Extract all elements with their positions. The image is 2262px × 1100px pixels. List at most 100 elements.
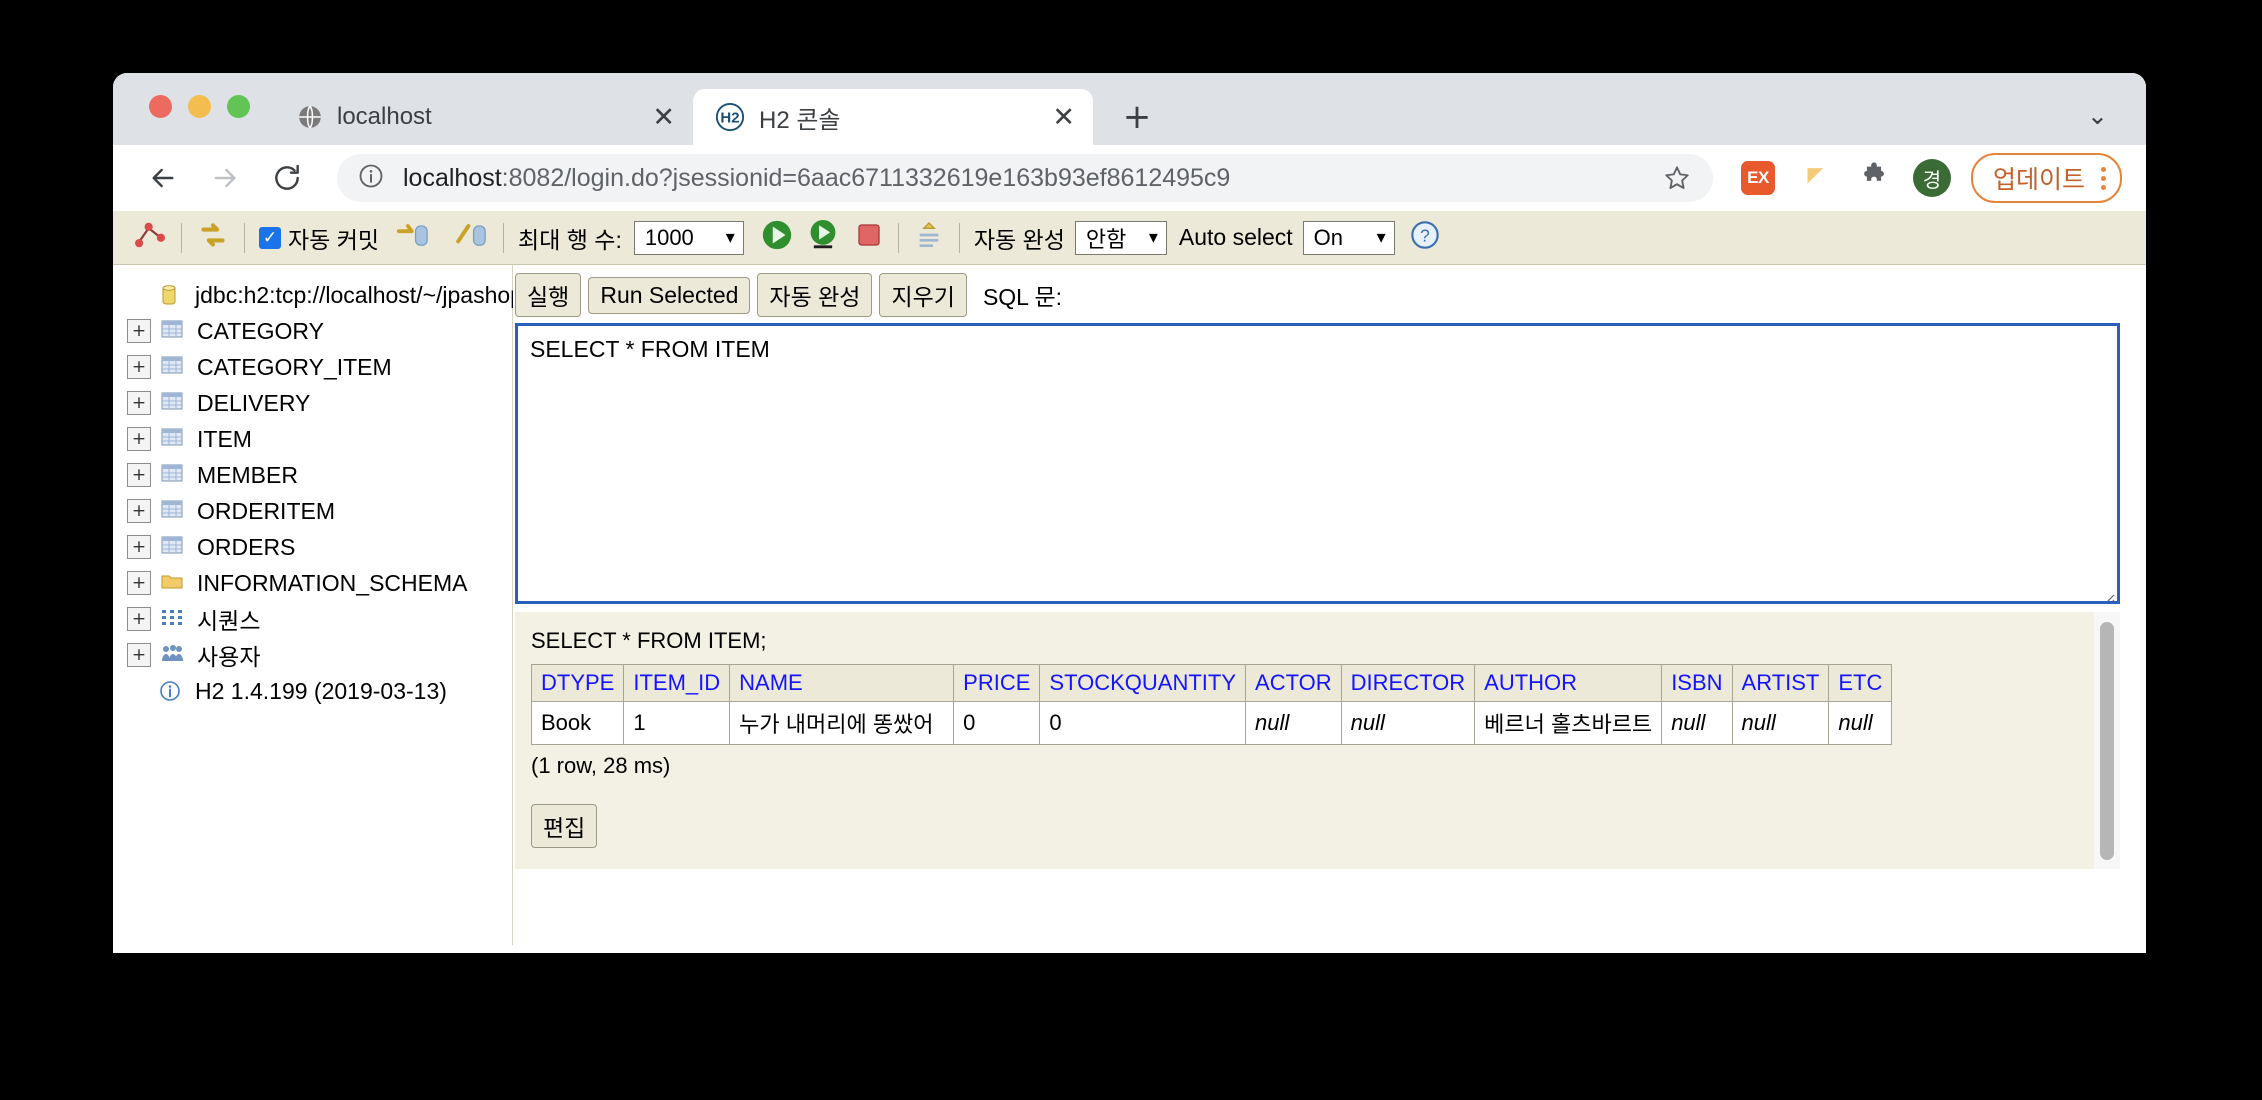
table-icon [161, 500, 187, 522]
max-rows-select[interactable]: 1000 ▾ [633, 220, 744, 255]
disconnect-icon[interactable] [133, 220, 167, 255]
flag-icon[interactable] [1793, 155, 1839, 201]
cell-price: 0 [953, 701, 1041, 745]
browser-window: localhost ✕ H2 H2 콘솔 ✕ + ⌄ localhost:808… [113, 73, 2146, 953]
tree-item-item[interactable]: + ITEM [127, 421, 512, 457]
profile-avatar[interactable]: 경 [1909, 155, 1955, 201]
autocomplete-button[interactable]: 자동 완성 [757, 273, 873, 317]
svg-text:?: ? [1420, 226, 1430, 246]
tree-item-member[interactable]: + MEMBER [127, 457, 512, 493]
expand-icon[interactable]: + [127, 607, 151, 631]
object-tree-sidebar: jdbc:h2:tcp://localhost/~/jpashop + CATE… [113, 265, 523, 953]
tree-item-category[interactable]: + CATEGORY [127, 313, 512, 349]
column-header-director[interactable]: DIRECTOR [1340, 664, 1476, 702]
column-header-dtype[interactable]: DTYPE [530, 664, 625, 702]
expand-icon[interactable]: + [127, 643, 151, 667]
chevron-down-icon: ▾ [1148, 227, 1158, 248]
maximize-window-button[interactable] [227, 95, 250, 118]
url-host: localhost [403, 163, 502, 192]
tree-item-label: DELIVERY [197, 389, 311, 416]
rollback-icon[interactable] [453, 220, 489, 255]
clear-button[interactable]: 지우기 [879, 273, 967, 317]
site-info-icon[interactable] [357, 162, 385, 195]
auto-commit-checkbox[interactable]: ✓ [259, 226, 281, 249]
sql-editor-textarea[interactable]: SELECT * FROM ITEM [515, 323, 2120, 604]
toolbar-separator [897, 222, 899, 253]
column-header-artist[interactable]: ARTIST [1731, 664, 1830, 702]
column-header-etc[interactable]: ETC [1828, 664, 1893, 702]
tree-item-users[interactable]: + 사용자 [127, 637, 512, 673]
cell-etc: null [1828, 701, 1893, 745]
forward-button[interactable] [199, 152, 251, 204]
results-scrollbar-track[interactable] [2094, 612, 2120, 869]
expand-icon[interactable]: + [127, 391, 151, 415]
run-selected-icon[interactable] [806, 218, 840, 257]
kebab-menu-icon[interactable] [2101, 166, 2106, 190]
column-header-item-id[interactable]: ITEM_ID [623, 664, 731, 702]
sequence-icon [161, 608, 187, 630]
table-icon [161, 320, 187, 342]
puzzle-extensions-icon[interactable] [1851, 155, 1897, 201]
star-icon[interactable] [1653, 154, 1701, 202]
column-header-author[interactable]: AUTHOR [1474, 664, 1663, 702]
run-icon[interactable] [760, 218, 794, 257]
executed-sql-text: SELECT * FROM ITEM; [531, 628, 767, 653]
results-scrollbar-thumb[interactable] [2100, 622, 2114, 860]
update-button[interactable]: 업데이트 [1970, 153, 2122, 203]
extension-ex-icon[interactable]: EX [1735, 155, 1781, 201]
sql-statement-label: SQL 문: [982, 284, 1063, 310]
minimize-window-button[interactable] [188, 95, 211, 118]
tab-title: localhost [337, 103, 432, 130]
tree-connection-row[interactable]: jdbc:h2:tcp://localhost/~/jpashop [127, 277, 523, 313]
autocomplete-select[interactable]: 안함 ▾ [1074, 220, 1167, 255]
run-selected-button[interactable]: Run Selected [588, 276, 751, 314]
reload-button[interactable] [261, 152, 313, 204]
column-header-price[interactable]: PRICE [953, 664, 1041, 702]
help-circle-icon[interactable]: ? [1409, 219, 1441, 256]
expand-icon[interactable]: + [127, 499, 151, 523]
browser-tab-h2-console[interactable]: H2 H2 콘솔 ✕ [693, 89, 1093, 145]
connection-url-label: jdbc:h2:tcp://localhost/~/jpashop [195, 281, 523, 308]
expand-icon[interactable]: + [127, 427, 151, 451]
auto-select-select[interactable]: On ▾ [1302, 220, 1395, 255]
stop-icon[interactable] [854, 220, 884, 255]
expand-icon[interactable]: + [127, 535, 151, 559]
column-header-actor[interactable]: ACTOR [1245, 664, 1342, 702]
chevron-down-icon[interactable]: ⌄ [2087, 101, 2108, 130]
column-header-isbn[interactable]: ISBN [1661, 664, 1733, 702]
expand-icon[interactable]: + [127, 571, 151, 595]
refresh-icon[interactable] [196, 220, 230, 255]
new-tab-button[interactable]: + [1109, 89, 1165, 145]
tree-item-orders[interactable]: + ORDERS [127, 529, 512, 565]
close-window-button[interactable] [149, 95, 172, 118]
tree-items: + CATEGORY + CATEGORY_ITEM + DELIVERY + … [127, 313, 512, 709]
cell-dtype: Book [530, 701, 625, 745]
history-icon[interactable] [913, 219, 945, 256]
browser-tab-localhost[interactable]: localhost ✕ [275, 89, 693, 145]
expand-icon[interactable]: + [127, 319, 151, 343]
toolbar-separator [958, 222, 960, 253]
column-header-stockquantity[interactable]: STOCKQUANTITY [1039, 664, 1247, 702]
table-icon [161, 428, 187, 450]
url-path: :8082/login.do?jsessionid=6aac6711332619… [501, 163, 1231, 192]
tree-item-sequences[interactable]: + 시퀀스 [127, 601, 512, 637]
address-bar[interactable]: localhost:8082/login.do?jsessionid=6aac6… [337, 154, 1713, 202]
tree-item-delivery[interactable]: + DELIVERY [127, 385, 512, 421]
users-icon [161, 644, 187, 666]
column-header-name[interactable]: NAME [729, 664, 955, 702]
edit-button[interactable]: 편집 [531, 804, 598, 848]
close-tab-icon[interactable]: ✕ [1052, 104, 1075, 131]
run-button[interactable]: 실행 [515, 273, 582, 317]
expand-icon[interactable]: + [127, 355, 151, 379]
expand-icon[interactable]: + [127, 463, 151, 487]
back-button[interactable] [137, 152, 189, 204]
h2-version-label: H2 1.4.199 (2019-03-13) [195, 677, 447, 704]
sql-editor-value: SELECT * FROM ITEM [530, 336, 770, 362]
tree-item-orderitem[interactable]: + ORDERITEM [127, 493, 512, 529]
close-tab-icon[interactable]: ✕ [652, 104, 675, 131]
commit-icon[interactable] [395, 220, 431, 255]
resize-grip-icon[interactable] [2101, 585, 2115, 601]
max-rows-label: 최대 행 수: [518, 226, 622, 253]
tree-item-category-item[interactable]: + CATEGORY_ITEM [127, 349, 512, 385]
tree-item-information-schema[interactable]: + INFORMATION_SCHEMA [127, 565, 512, 601]
